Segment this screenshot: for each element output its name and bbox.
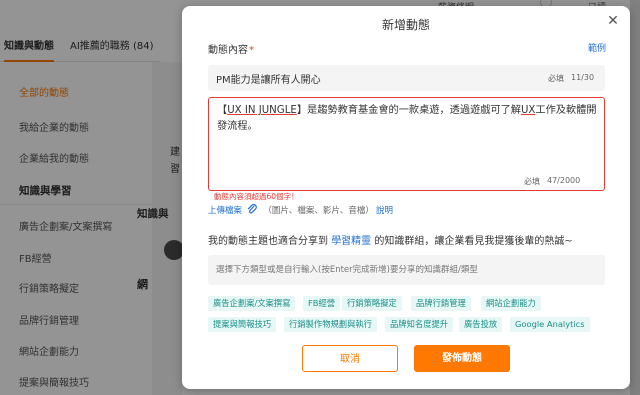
tag-brand-management[interactable]: 品牌行銷管理 — [411, 296, 471, 311]
content-textarea[interactable]: 【UX IN JUNGLE】是趨勢教育基金會的一款桌遊，透過遊戲可了解UX工作及… — [208, 97, 605, 191]
new-post-dialog: 新增動態 ✕ 動態內容* 範例 必填 11/30 【UX IN JUNGLE】是… — [182, 6, 630, 389]
share-description: 我的動態主題也適合分享到 學習精靈 的知識群組，讓企業看見我提獲後輩的熱誠~ — [208, 236, 573, 247]
tag-fb[interactable]: FB經營 — [303, 296, 341, 311]
tag-ad-placement[interactable]: 廣告投放 — [459, 317, 503, 332]
knowledge-group-input[interactable] — [216, 255, 596, 285]
tag-strategy[interactable]: 行銷策略擬定 — [342, 296, 402, 311]
content-label: 動態內容* — [208, 41, 254, 56]
publish-button[interactable]: 發佈動態 — [414, 345, 510, 372]
cancel-button[interactable]: 取消 — [302, 345, 398, 372]
close-icon[interactable]: ✕ — [606, 14, 620, 28]
tag-web-planning[interactable]: 網站企劃能力 — [481, 296, 541, 311]
content-label-text: 動態內容 — [208, 45, 248, 56]
title-input-box: 必填 11/30 — [208, 65, 605, 91]
required-mark: * — [249, 45, 254, 56]
paperclip-icon[interactable] — [247, 203, 257, 218]
upload-file-link[interactable]: 上傳檔案 — [208, 206, 242, 216]
tag-brand-awareness[interactable]: 品牌知名度提升 — [385, 317, 454, 332]
explain-link[interactable]: 說明 — [376, 206, 393, 216]
tag-proposal-presentation[interactable]: 提案與簡報技巧 — [208, 317, 277, 332]
tag-ad-copywriting[interactable]: 廣告企劃案/文案撰寫 — [208, 296, 296, 311]
group-input-box — [208, 255, 605, 285]
title-input[interactable] — [216, 65, 546, 91]
upload-row: 上傳檔案 （圖片、檔案、影片、音檔） 說明 — [208, 203, 393, 217]
tag-google-analytics[interactable]: Google Analytics — [510, 317, 590, 332]
learning-genie-link[interactable]: 學習精靈 — [331, 236, 371, 247]
title-required-hint: 必填 — [548, 74, 564, 83]
content-error-message: 動態內容須超過60個字！ — [214, 192, 299, 201]
example-link[interactable]: 範例 — [588, 41, 606, 54]
title-char-count: 11/30 — [571, 73, 595, 82]
content-required-hint: 必填 — [524, 177, 540, 186]
dialog-title: 新增動態 — [381, 18, 430, 32]
tag-marketing-materials[interactable]: 行銷製作物規劃與執行 — [284, 317, 377, 332]
content-char-count: 47/2000 — [547, 176, 581, 185]
upload-hint: （圖片、檔案、影片、音檔） — [263, 206, 374, 216]
content-text: 【UX IN JUNGLE】是趨勢教育基金會的一款桌遊，透過遊戲可了解UX工作及… — [217, 105, 597, 132]
